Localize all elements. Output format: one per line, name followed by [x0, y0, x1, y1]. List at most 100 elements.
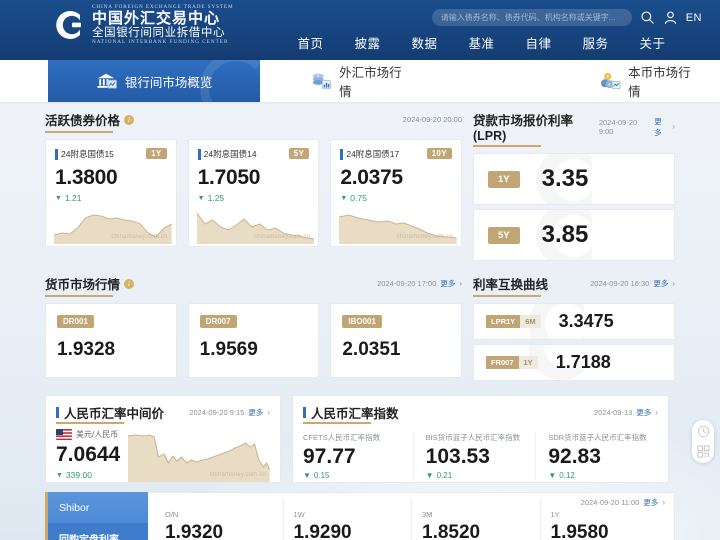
qr-grid-icon[interactable]: [696, 445, 710, 458]
shibor-tab-repo-fixing[interactable]: 回购定盘利率: [45, 523, 148, 540]
nav-item-selfdiscipline[interactable]: 自律: [510, 30, 567, 55]
bond-card-list: 24附息国债15 1Y 1.3800 ▼ 1.21 chinamoney.com…: [45, 139, 463, 247]
fx-midrate-timestamp: 2024-09-20 9:15: [189, 408, 245, 417]
bond-change-value: 0.75: [350, 193, 367, 203]
bond-value: 1.3800: [55, 166, 118, 189]
money-market-card[interactable]: DR007 1.9569: [187, 303, 320, 378]
shibor-section: Shibor 回购定盘利率 2024-09-20 11:00 更多 › O/N …: [45, 492, 675, 540]
bonds-section-header: 活跃债券价格 i 2024-09-20 20:00: [45, 110, 462, 133]
chart-watermark: chinamoney.com.cn: [111, 234, 168, 240]
irs-tag-primary: LPR1Y: [486, 315, 521, 328]
fx-pair-label: 美元/人民币: [76, 430, 119, 439]
fx-index-more-link[interactable]: 更多: [636, 407, 651, 418]
info-icon[interactable]: i: [124, 114, 135, 125]
fx-midrate-card[interactable]: 人民币汇率中间价 2024-09-20 9:15 更多 › 美元/人民币 7.0…: [45, 395, 281, 483]
fx-midrate-more-link[interactable]: 更多: [248, 407, 263, 418]
tab-interbank-overview[interactable]: 银行间市场概览: [48, 60, 261, 102]
nav-item-disclose[interactable]: 披露: [339, 30, 396, 55]
money-market-value: 1.9569: [199, 339, 258, 360]
fx-index-change-value: 0.21: [436, 471, 453, 480]
nav-item-service[interactable]: 服务: [567, 30, 624, 55]
active-bond-prices-section: 活跃债券价格 i 2024-09-20 20:00 24附息国债15 1Y 1.…: [45, 110, 463, 265]
down-arrow-icon: ▼: [303, 471, 311, 480]
shibor-rate-item[interactable]: 3M 1.8520: [411, 493, 540, 540]
tab-label: 本币市场行情: [628, 66, 691, 99]
shibor-rate-item[interactable]: 1Y 1.9580: [539, 493, 669, 540]
down-arrow-icon: ▼: [55, 194, 62, 202]
bond-name: 24附息国债14: [203, 149, 257, 159]
nav-item-data[interactable]: 数据: [396, 30, 453, 55]
bond-card[interactable]: 24附息国债17 10Y 2.0375 ▼ 0.75 chinamoney.co…: [330, 139, 463, 247]
lpr-section-title: 贷款市场报价利率(LPR): [473, 114, 574, 143]
bond-card[interactable]: 24附息国债14 5Y 1.7050 ▼ 1.25 chinamoney.com…: [187, 139, 320, 247]
irs-tag-tenor: 6M: [520, 315, 541, 328]
fx-index-item[interactable]: BIS货币篮子人民币汇率指数 103.53 ▼ 0.21: [412, 432, 536, 480]
nav-item-about[interactable]: 关于: [624, 30, 681, 55]
fx-midrate-change: ▼ 339.00: [56, 470, 120, 480]
bond-value: 2.0375: [340, 166, 403, 189]
bond-name: 24附息国债17: [346, 149, 400, 159]
lpr-value: 3.35: [541, 165, 589, 192]
info-icon[interactable]: i: [124, 278, 135, 289]
bond-tenor-badge: 1Y: [146, 148, 167, 159]
language-switch[interactable]: EN: [686, 12, 702, 24]
nav-item-benchmark[interactable]: 基准: [453, 30, 510, 55]
shibor-tenor-label: 1Y: [550, 510, 560, 519]
money-market-value: 2.0351: [342, 339, 401, 360]
chevron-right-icon[interactable]: ›: [267, 408, 270, 417]
lpr-tenor-badge: 1Y: [488, 170, 520, 188]
money-market-card[interactable]: DR001 1.9328: [45, 303, 177, 378]
money-market-timestamp: 2024-09-20 17:00: [377, 279, 437, 288]
lpr-card[interactable]: 1Y 3.35: [473, 153, 675, 205]
fx-midrate-chart: chinamoney.com.cn: [128, 430, 270, 482]
tab-local-currency-market[interactable]: ¥ € 本币市场行情: [581, 60, 720, 102]
search-box[interactable]: [431, 9, 632, 26]
money-market-tag: DR001: [57, 315, 94, 328]
fx-index-card[interactable]: 人民币汇率指数 2024-09-13 更多 › CFETS人民币汇率指数 97.…: [292, 395, 669, 483]
shibor-rate-value: 1.9290: [293, 522, 352, 540]
shibor-rate-item[interactable]: 1W 1.9290: [282, 493, 412, 540]
down-arrow-icon: ▼: [340, 194, 348, 202]
nav-item-home[interactable]: 首页: [282, 30, 339, 55]
search-icon[interactable]: [640, 10, 655, 25]
fx-index-value: 92.83: [548, 445, 601, 468]
chevron-right-icon[interactable]: ›: [459, 279, 462, 288]
svg-text:$: $: [318, 74, 320, 78]
site-header: CHINA FOREIGN EXCHANGE TRADE SYSTEM 中国外汇…: [0, 0, 720, 60]
shibor-side-tabs: Shibor 回购定盘利率: [45, 492, 148, 540]
money-market-section-title: 货币市场行情: [45, 278, 121, 292]
header-utilities: EN: [431, 9, 702, 26]
money-market-card[interactable]: IBO001 2.0351: [330, 303, 463, 378]
chevron-right-icon[interactable]: ›: [655, 408, 658, 417]
bullet-icon: [55, 148, 58, 160]
money-market-more-link[interactable]: 更多: [440, 278, 455, 289]
site-logo[interactable]: CHINA FOREIGN EXCHANGE TRADE SYSTEM 中国外汇…: [50, 4, 234, 45]
us-flag-icon: [56, 429, 72, 440]
tab-fx-market[interactable]: $ 外汇市场行情: [292, 60, 431, 102]
chevron-right-icon[interactable]: ›: [672, 279, 675, 288]
main-nav: 首页 披露 数据 基准 自律 服务 关于: [282, 30, 681, 55]
fx-index-timestamp: 2024-09-13: [593, 408, 633, 417]
shibor-rate-item[interactable]: O/N 1.9320: [154, 493, 283, 540]
irs-card[interactable]: FR007 1Y 1.7188: [473, 344, 675, 381]
bond-change: ▼ 1.25: [198, 193, 310, 203]
irs-tag-primary: FR007: [486, 356, 519, 369]
search-input[interactable]: [440, 13, 623, 22]
bond-card[interactable]: 24附息国债15 1Y 1.3800 ▼ 1.21 chinamoney.com…: [45, 139, 177, 247]
fx-index-item[interactable]: CFETS人民币汇率指数 97.77 ▼ 0.15: [303, 432, 413, 480]
money-market-tag: IBO001: [342, 315, 382, 328]
fx-midrate-change-value: 339.00: [65, 470, 92, 480]
shibor-tab-shibor[interactable]: Shibor: [45, 492, 148, 523]
irs-section-title: 利率互换曲线: [473, 278, 549, 292]
shibor-rate-value: 1.9320: [165, 522, 224, 540]
irs-card[interactable]: LPR1Y 6M 3.3475: [473, 303, 675, 340]
user-account-icon[interactable]: [663, 10, 678, 25]
fx-index-item[interactable]: SDR货币篮子人民币汇率指数 92.83 ▼ 0.12: [535, 432, 658, 480]
clock-icon[interactable]: [697, 425, 710, 438]
bond-value: 1.7050: [197, 166, 261, 189]
shibor-tenor-label: O/N: [165, 510, 179, 519]
lpr-more-link[interactable]: 更多: [654, 116, 668, 138]
lpr-card[interactable]: 5Y 3.85: [473, 209, 675, 261]
chevron-right-icon[interactable]: ›: [672, 122, 675, 131]
irs-more-link[interactable]: 更多: [653, 278, 668, 289]
